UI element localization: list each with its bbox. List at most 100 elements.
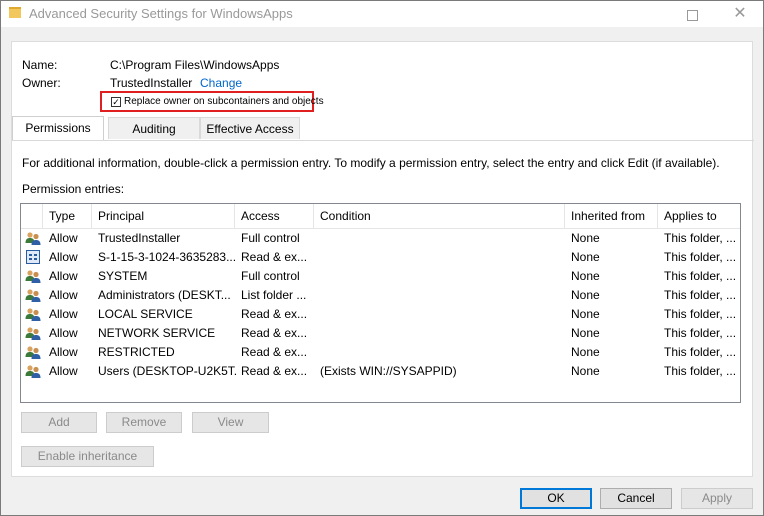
- users-icon: [25, 345, 41, 360]
- permission-row[interactable]: Allow SYSTEM Full control None This folder, …: [21, 267, 740, 286]
- cell-principal: Administrators (DESKT...: [98, 288, 231, 302]
- add-button[interactable]: Add: [21, 412, 97, 433]
- column-header-inherited-from[interactable]: Inherited from: [565, 204, 658, 228]
- permissions-info-text: For additional information, double-click…: [22, 156, 720, 170]
- title-bar[interactable]: Advanced Security Settings for WindowsAp…: [1, 1, 763, 27]
- cell-type: Allow: [49, 364, 78, 378]
- users-icon: [25, 269, 41, 284]
- cell-applies: This folder, ...: [664, 269, 737, 283]
- cell-type: Allow: [49, 250, 78, 264]
- remove-button[interactable]: Remove: [106, 412, 182, 433]
- cell-inherited: None: [571, 288, 600, 302]
- cell-applies: This folder, ...: [664, 307, 737, 321]
- cell-applies: This folder, ...: [664, 288, 737, 302]
- name-value: C:\Program Files\WindowsApps: [110, 58, 280, 72]
- cell-applies: This folder, ...: [664, 326, 737, 340]
- cell-condition: [320, 324, 564, 343]
- owner-value: TrustedInstaller: [110, 76, 193, 90]
- permission-row[interactable]: Allow RESTRICTED Read & ex... None This fold…: [21, 343, 740, 362]
- enable-inheritance-button[interactable]: Enable inheritance: [21, 446, 154, 467]
- column-header-icon: [21, 204, 43, 228]
- cell-type: Allow: [49, 307, 78, 321]
- cell-inherited: None: [571, 364, 600, 378]
- cell-condition: [320, 343, 564, 362]
- cancel-button[interactable]: Cancel: [600, 488, 672, 509]
- cell-principal: RESTRICTED: [98, 345, 175, 359]
- apply-button[interactable]: Apply: [681, 488, 753, 509]
- owner-label: Owner:: [22, 76, 61, 90]
- cell-inherited: None: [571, 231, 600, 245]
- cell-access: Full control: [241, 269, 300, 283]
- cell-inherited: None: [571, 269, 600, 283]
- cell-access: Read & ex...: [241, 326, 308, 340]
- cell-type: Allow: [49, 326, 78, 340]
- column-header-type[interactable]: Type: [43, 204, 92, 228]
- cell-inherited: None: [571, 345, 600, 359]
- users-icon: [25, 326, 41, 341]
- cell-applies: This folder, ...: [664, 364, 737, 378]
- cell-condition: [320, 286, 564, 305]
- permission-entries-label: Permission entries:: [22, 182, 125, 196]
- permission-row[interactable]: Allow S-1-15-3-1024-3635283... Read & ex..…: [21, 248, 740, 267]
- name-label: Name:: [22, 58, 58, 72]
- cell-principal: S-1-15-3-1024-3635283...: [98, 250, 236, 264]
- users-icon: [25, 364, 41, 379]
- cell-type: Allow: [49, 231, 78, 245]
- tab-auditing[interactable]: Auditing: [108, 117, 200, 139]
- ok-button[interactable]: OK: [520, 488, 592, 509]
- column-header-principal[interactable]: Principal: [92, 204, 235, 228]
- cell-inherited: None: [571, 326, 600, 340]
- window-title: Advanced Security Settings for WindowsAp…: [29, 6, 293, 21]
- cell-principal: TrustedInstaller: [98, 231, 181, 245]
- cell-principal: SYSTEM: [98, 269, 148, 283]
- advanced-security-window: Advanced Security Settings for WindowsAp…: [0, 0, 764, 516]
- users-icon: [25, 288, 41, 303]
- permission-row[interactable]: Allow LOCAL SERVICE Read & ex... None This f…: [21, 305, 740, 324]
- cell-principal: LOCAL SERVICE: [98, 307, 193, 321]
- cell-condition: (Exists WIN://SYSAPPID): [320, 364, 457, 378]
- cell-principal: Users (DESKTOP-U2K5T...: [98, 364, 236, 378]
- maximize-button[interactable]: [669, 1, 715, 27]
- column-header-condition[interactable]: Condition: [314, 204, 565, 228]
- replace-owner-checkbox[interactable]: ✓: [111, 97, 121, 107]
- cell-type: Allow: [49, 288, 78, 302]
- cell-access: Read & ex...: [241, 250, 308, 264]
- tab-permissions[interactable]: Permissions: [12, 116, 104, 140]
- cell-inherited: None: [571, 307, 600, 321]
- list-header: Type Principal Access Condition Inherite…: [21, 204, 740, 229]
- cell-access: Read & ex...: [241, 345, 308, 359]
- cell-applies: This folder, ...: [664, 250, 737, 264]
- users-icon: [25, 307, 41, 322]
- cell-type: Allow: [49, 269, 78, 283]
- column-header-access[interactable]: Access: [235, 204, 314, 228]
- close-button[interactable]: ✕: [717, 1, 763, 27]
- cell-access: Full control: [241, 231, 300, 245]
- cell-access: Read & ex...: [241, 364, 308, 378]
- permission-row[interactable]: Allow Administrators (DESKT... List folder…: [21, 286, 740, 305]
- cell-condition: [320, 248, 564, 267]
- permission-entries-list[interactable]: Type Principal Access Condition Inherite…: [20, 203, 741, 403]
- replace-owner-highlight: ✓ Replace owner on subcontainers and obj…: [100, 91, 324, 112]
- permission-row[interactable]: Allow NETWORK SERVICE Read & ex... None This…: [21, 324, 740, 343]
- cell-access: Read & ex...: [241, 307, 308, 321]
- cell-type: Allow: [49, 345, 78, 359]
- permission-row[interactable]: Allow TrustedInstaller Full control None Thi…: [21, 229, 740, 248]
- replace-owner-label[interactable]: Replace owner on subcontainers and objec…: [124, 96, 324, 107]
- tab-effective-access[interactable]: Effective Access: [200, 117, 300, 139]
- cell-condition: [320, 267, 564, 286]
- cell-applies: This folder, ...: [664, 345, 737, 359]
- view-button[interactable]: View: [192, 412, 269, 433]
- change-owner-link[interactable]: Change: [200, 76, 242, 90]
- cell-access: List folder ...: [241, 288, 307, 302]
- permission-row[interactable]: Allow Users (DESKTOP-U2K5T... Read & ex...…: [21, 362, 740, 381]
- column-header-applies-to[interactable]: Applies to: [658, 204, 740, 228]
- cell-condition: [320, 305, 564, 324]
- cell-principal: NETWORK SERVICE: [98, 326, 216, 340]
- users-icon: [25, 231, 41, 246]
- folder-icon: [9, 7, 21, 18]
- sid-icon: [26, 250, 40, 264]
- cell-inherited: None: [571, 250, 600, 264]
- cell-condition: [320, 229, 564, 248]
- tab-panel-border: [12, 140, 754, 141]
- cell-applies: This folder, ...: [664, 231, 737, 245]
